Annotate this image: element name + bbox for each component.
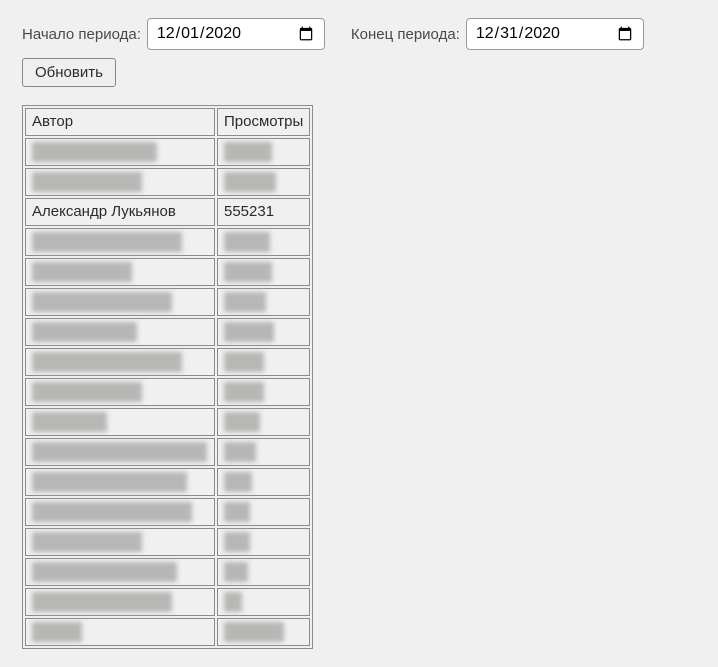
cell-author: . [25,348,215,376]
table-row: .. [25,468,310,496]
cell-views: . [217,168,310,196]
start-period-label: Начало периода: [22,26,141,43]
table-row: .. [25,318,310,346]
table-row: .. [25,618,310,646]
end-period-input[interactable] [466,18,644,50]
stats-table-outer: Автор Просмотры ....Александр Лукьянов55… [22,105,313,649]
period-controls: Начало периода: Конец периода: [22,18,696,50]
cell-views: . [217,348,310,376]
cell-author: . [25,228,215,256]
cell-views: . [217,228,310,256]
cell-views: . [217,528,310,556]
cell-views: . [217,378,310,406]
table-row: .. [25,558,310,586]
table-row: .. [25,378,310,406]
cell-author: . [25,618,215,646]
cell-author: . [25,318,215,346]
table-row: .. [25,258,310,286]
stats-table: Автор Просмотры ....Александр Лукьянов55… [23,106,312,648]
cell-views: . [217,438,310,466]
cell-views: 555231 [217,198,310,226]
end-period-label: Конец периода: [351,26,460,43]
cell-author: . [25,258,215,286]
table-row: .. [25,228,310,256]
table-row: .. [25,438,310,466]
table-row: .. [25,168,310,196]
table-row: .. [25,498,310,526]
cell-views: . [217,588,310,616]
cell-views: . [217,138,310,166]
cell-author: . [25,288,215,316]
update-button[interactable]: Обновить [22,58,116,87]
header-author: Автор [25,108,215,136]
spacer [331,34,345,35]
cell-author: . [25,588,215,616]
table-row: .. [25,138,310,166]
table-row: .. [25,348,310,376]
table-row: .. [25,588,310,616]
cell-author: . [25,168,215,196]
cell-author: . [25,558,215,586]
cell-views: . [217,318,310,346]
cell-views: . [217,618,310,646]
cell-views: . [217,468,310,496]
cell-views: . [217,288,310,316]
cell-author: . [25,498,215,526]
cell-author: . [25,438,215,466]
cell-author: . [25,378,215,406]
cell-views: . [217,408,310,436]
cell-views: . [217,258,310,286]
cell-author: . [25,528,215,556]
table-row: .. [25,528,310,556]
table-row: .. [25,408,310,436]
start-period-input[interactable] [147,18,325,50]
cell-author: . [25,408,215,436]
cell-author: . [25,468,215,496]
cell-author: Александр Лукьянов [25,198,215,226]
cell-views: . [217,498,310,526]
header-views: Просмотры [217,108,310,136]
table-header-row: Автор Просмотры [25,108,310,136]
table-row: Александр Лукьянов555231 [25,198,310,226]
cell-author: . [25,138,215,166]
table-row: .. [25,288,310,316]
cell-views: . [217,558,310,586]
